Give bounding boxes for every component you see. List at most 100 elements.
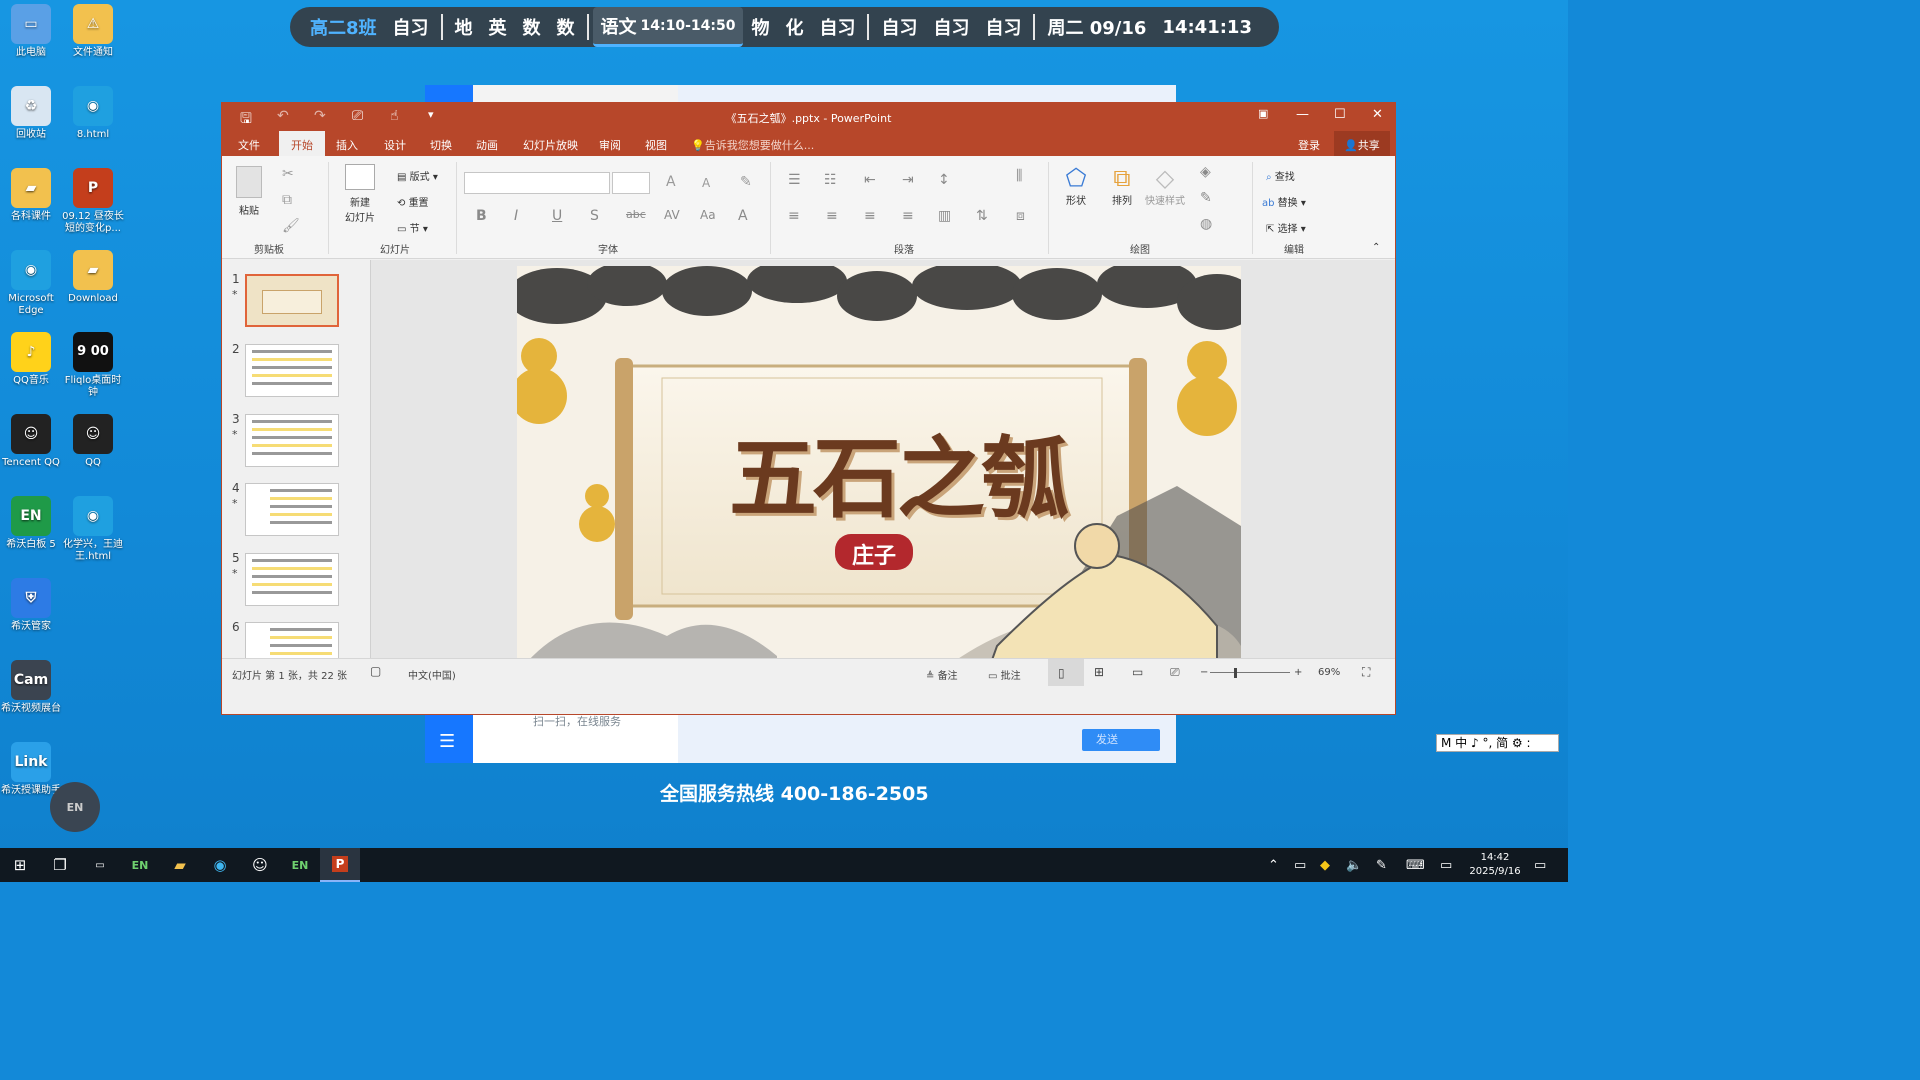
zoom-in-icon[interactable]: +	[1294, 667, 1302, 678]
task-view-button[interactable]: ❐	[40, 848, 80, 882]
tray-overflow-icon[interactable]: ⌃	[1268, 848, 1279, 882]
tell-me-box[interactable]: 💡告诉我您想要做什么...	[691, 137, 814, 153]
justify-icon[interactable]: ≡	[902, 208, 914, 224]
quick-styles-button[interactable]: ◇ 快速样式	[1144, 164, 1186, 207]
desktop-icon[interactable]: P 09.12 昼夜长短的变化p...	[62, 168, 124, 235]
taskbar-explorer[interactable]: ▰	[160, 848, 200, 882]
slide-thumbnail[interactable]	[245, 483, 339, 536]
reset-button[interactable]: ⟲ 重置	[397, 194, 429, 209]
fit-slide-icon[interactable]: ⛶	[1362, 665, 1370, 680]
increase-font-icon[interactable]: A	[666, 174, 676, 190]
desktop-icon[interactable]: ⛨ 希沃管家	[0, 578, 62, 633]
taskbar-powerpoint[interactable]: P	[320, 848, 360, 882]
strikethrough-icon[interactable]: abc	[626, 208, 646, 221]
desktop-icon[interactable]: ▰ Download	[62, 250, 124, 305]
desktop-icon[interactable]: Link 希沃授课助手	[0, 742, 62, 797]
zoom-out-icon[interactable]: −	[1200, 667, 1208, 678]
paste-button[interactable]: 粘贴	[234, 166, 264, 217]
slide-thumbnail[interactable]	[245, 414, 339, 467]
arrange-button[interactable]: ⧉ 排列	[1104, 164, 1140, 207]
shape-fill-icon[interactable]: ◈	[1200, 164, 1211, 180]
start-button[interactable]: ⊞	[0, 848, 40, 882]
cut-icon[interactable]: ✂	[282, 166, 294, 182]
collapse-ribbon-icon[interactable]: ⌃	[1372, 242, 1380, 253]
bold-icon[interactable]: B	[476, 208, 487, 224]
align-right-icon[interactable]: ≡	[864, 208, 876, 224]
volume-icon[interactable]: 🔈	[1346, 848, 1362, 882]
keyboard-icon[interactable]: ⌨	[1406, 848, 1425, 882]
slide-thumbnail[interactable]	[245, 553, 339, 606]
desktop-icon[interactable]: Cam 希沃视频展台	[0, 660, 62, 715]
line-spacing-icon[interactable]: ↕	[938, 172, 950, 188]
format-painter-icon[interactable]: 🖌	[282, 218, 300, 234]
security-icon[interactable]: ◆	[1320, 848, 1330, 882]
powerpoint-window[interactable]: 🖫 ↶ ↷ ⎚ ☝ ▾ 《五石之瓠》.pptx - PowerPoint ▣ —…	[221, 102, 1396, 715]
numbering-icon[interactable]: ☷	[824, 172, 837, 188]
char-spacing-icon[interactable]: AV	[664, 208, 680, 222]
zoom-level[interactable]: 69%	[1318, 667, 1340, 678]
slide-thumbnail[interactable]	[245, 274, 339, 327]
taskbar-app[interactable]: ▭	[80, 848, 120, 882]
comments-button[interactable]: ▭ 批注	[988, 667, 1021, 682]
italic-icon[interactable]: I	[514, 208, 518, 224]
login-link[interactable]: 登录	[1298, 137, 1320, 153]
taskbar-qq[interactable]: ☺	[240, 848, 280, 882]
align-text-icon[interactable]: ⫼	[1016, 168, 1022, 184]
desktop-icon[interactable]: 9 00 Fliqlo桌面时钟	[62, 332, 124, 399]
new-slide-button[interactable]: 新建 幻灯片	[338, 164, 382, 224]
desktop-icon[interactable]: ◉ Microsoft Edge	[0, 250, 62, 317]
desktop-icon[interactable]: ♪ QQ音乐	[0, 332, 62, 387]
tab-animations[interactable]: 动画	[476, 137, 498, 153]
change-case-icon[interactable]: Aa	[700, 208, 716, 222]
desktop-icon[interactable]: ⚠ 文件通知	[62, 4, 124, 59]
tab-design[interactable]: 设计	[384, 137, 406, 153]
notification-icon[interactable]: ▭	[1534, 848, 1546, 882]
clear-format-icon[interactable]: ✎	[740, 174, 752, 190]
tab-review[interactable]: 审阅	[599, 137, 621, 153]
zoom-slider-thumb[interactable]	[1234, 668, 1237, 678]
align-left-icon[interactable]: ≡	[788, 208, 800, 224]
tab-transitions[interactable]: 切换	[430, 137, 452, 153]
ribbon-display-icon[interactable]: ▣	[1258, 107, 1268, 120]
font-name-input[interactable]	[464, 172, 610, 194]
notes-button[interactable]: ≜ 备注	[926, 667, 958, 682]
language-indicator[interactable]: 中文(中国)	[408, 667, 456, 682]
find-button[interactable]: ⌕ 查找	[1266, 168, 1295, 183]
font-size-input[interactable]	[612, 172, 650, 194]
reading-view-icon[interactable]: ▭	[1132, 665, 1143, 679]
desktop-icon[interactable]: EN 希沃白板 5	[0, 496, 62, 551]
slideshow-view-icon[interactable]: ⎚	[1170, 665, 1180, 680]
columns-icon[interactable]: ▥	[938, 208, 951, 224]
section-button[interactable]: ▭ 节 ▾	[397, 220, 428, 235]
bullets-icon[interactable]: ☰	[788, 172, 801, 188]
desktop-icon[interactable]: ☺ QQ	[62, 414, 124, 469]
taskbar-edge[interactable]: ◉	[200, 848, 240, 882]
shapes-button[interactable]: ⬠ 形状	[1058, 164, 1094, 207]
spellcheck-icon[interactable]: ▢	[370, 664, 381, 678]
zoom-slider[interactable]	[1210, 672, 1290, 673]
taskbar-clock[interactable]: 14:42 2025/9/16	[1468, 851, 1522, 879]
current-slide[interactable]: 五石之瓠 庄子	[517, 266, 1241, 674]
menu-icon[interactable]: ☰	[439, 731, 455, 752]
taskbar-easinote[interactable]: EN	[120, 848, 160, 882]
tab-home[interactable]: 开始	[279, 131, 325, 156]
desktop-icon[interactable]: ♻ 回收站	[0, 86, 62, 141]
align-center-icon[interactable]: ≡	[826, 208, 838, 224]
tab-slideshow[interactable]: 幻灯片放映	[523, 137, 578, 153]
replace-button[interactable]: ab 替换 ▾	[1262, 194, 1306, 209]
slide-thumbnail-pane[interactable]: 1 * 2 3 * 4 * 5 * 6	[222, 260, 371, 686]
desktop-icon[interactable]: ▰ 各科课件	[0, 168, 62, 223]
slide-sorter-icon[interactable]: ⊞	[1094, 665, 1104, 679]
layout-button[interactable]: ▤ 版式 ▾	[397, 168, 438, 183]
tab-insert[interactable]: 插入	[336, 137, 358, 153]
desktop-icon[interactable]: ◉ 8.html	[62, 86, 124, 141]
desktop-icon[interactable]: ◉ 化学兴，王迪王.html	[62, 496, 124, 563]
display-icon[interactable]: ▭	[1440, 848, 1452, 882]
decrease-indent-icon[interactable]: ⇤	[864, 172, 876, 188]
text-direction-icon[interactable]: ⇅	[976, 208, 988, 224]
decrease-font-icon[interactable]: A	[702, 176, 710, 190]
underline-icon[interactable]: U	[552, 208, 562, 224]
increase-indent-icon[interactable]: ⇥	[902, 172, 914, 188]
copy-icon[interactable]: ⧉	[282, 192, 292, 208]
easinote-float-button[interactable]: EN	[50, 782, 100, 832]
